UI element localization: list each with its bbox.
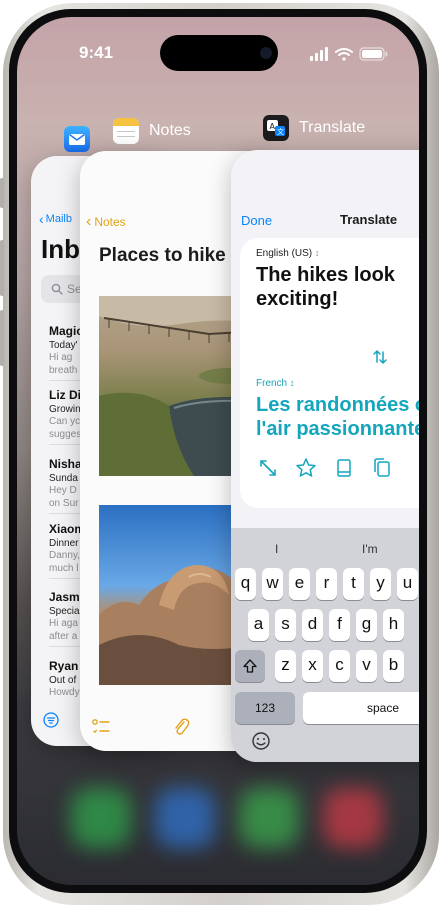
mail-app-label[interactable] <box>64 126 90 152</box>
translate-app-name: Translate <box>299 119 366 136</box>
key-d[interactable]: d <box>302 609 323 641</box>
cellular-signal-icon <box>310 47 328 61</box>
dock-app-icon <box>155 788 215 848</box>
key-v[interactable]: v <box>356 650 377 682</box>
paperclip-icon[interactable] <box>172 717 190 737</box>
battery-icon <box>359 47 388 61</box>
translation-panel: English (US) ↕ The hikes look exciting! … <box>240 238 419 508</box>
key-z[interactable]: z <box>275 650 296 682</box>
numbers-key[interactable]: 123 <box>235 692 295 724</box>
key-r[interactable]: r <box>316 568 337 600</box>
dock-app-icon <box>71 788 131 848</box>
target-language-label: French <box>256 378 288 389</box>
translate-header-title: Translate <box>340 212 398 227</box>
mail-inbox-title: Inb <box>41 234 80 264</box>
notes-app-name: Notes <box>149 122 191 139</box>
key-f[interactable]: f <box>329 609 350 641</box>
target-language-selector[interactable]: French ↕ <box>256 378 294 389</box>
chevron-left-icon: ‹ <box>86 213 92 230</box>
swap-languages-icon[interactable] <box>365 346 395 368</box>
key-x[interactable]: x <box>302 650 323 682</box>
translated-text: Les randonnées on l'air passionnantes <box>256 393 419 441</box>
volume-up-button <box>0 240 4 296</box>
translated-text-line: Les randonnées on <box>256 394 419 416</box>
action-button <box>0 178 4 208</box>
wifi-icon <box>335 48 353 61</box>
key-b[interactable]: b <box>383 650 404 682</box>
mail-app-icon <box>64 126 90 152</box>
key-a[interactable]: a <box>248 609 269 641</box>
checklist-icon[interactable] <box>91 717 111 737</box>
notes-back-label: Notes <box>94 215 126 229</box>
translate-app-icon: A文 <box>263 115 289 141</box>
translated-text-line: l'air passionnantes <box>256 418 419 440</box>
translation-actions <box>256 456 394 480</box>
key-c[interactable]: c <box>329 650 350 682</box>
dock-app-icon <box>323 788 383 848</box>
notes-app-icon <box>113 118 139 144</box>
svg-text:A: A <box>270 122 276 131</box>
chevron-left-icon: ‹ <box>39 211 44 227</box>
translate-app-label[interactable]: A文 Translate <box>263 115 365 141</box>
mailboxes-back-button[interactable]: ‹ Mailb <box>39 211 72 227</box>
key-w[interactable]: w <box>262 568 283 600</box>
status-icons <box>310 47 388 61</box>
shift-icon <box>243 659 257 673</box>
search-icon <box>51 283 63 295</box>
translate-done-button[interactable]: Done <box>241 213 272 228</box>
keyboard-suggestion[interactable]: I <box>275 542 278 556</box>
front-camera <box>260 47 272 59</box>
app-switcher-screen: 9:41 Notes A 文 Translate ‹ Mailb Inb Sea… <box>17 17 419 885</box>
volume-down-button <box>0 310 4 366</box>
filter-icon[interactable] <box>43 712 59 728</box>
star-icon[interactable] <box>294 456 318 480</box>
source-language-selector[interactable]: English (US) ↕ <box>256 248 319 259</box>
dock-app-icon <box>239 788 299 848</box>
key-y[interactable]: y <box>370 568 391 600</box>
key-g[interactable]: g <box>356 609 377 641</box>
key-e[interactable]: e <box>289 568 310 600</box>
key-t[interactable]: t <box>343 568 364 600</box>
keyboard: I I'm q w e r t y u a s d f g h z x c v … <box>231 528 419 762</box>
key-s[interactable]: s <box>275 609 296 641</box>
mail-back-label: Mailb <box>45 213 72 225</box>
status-time: 9:41 <box>79 43 114 62</box>
chevron-up-down-icon: ↕ <box>289 378 295 388</box>
key-u[interactable]: u <box>397 568 418 600</box>
svg-text:文: 文 <box>277 127 284 136</box>
note-title: Places to hike <box>99 245 226 266</box>
notes-back-button[interactable]: ‹ Notes <box>86 213 126 231</box>
dictionary-icon[interactable] <box>332 456 356 480</box>
space-key[interactable]: space <box>303 692 419 724</box>
source-language-label: English (US) <box>256 248 313 259</box>
expand-icon[interactable] <box>256 456 280 480</box>
copy-icon[interactable] <box>370 456 394 480</box>
source-text[interactable]: The hikes look exciting! <box>256 263 419 311</box>
shift-key[interactable] <box>235 650 265 682</box>
dynamic-island <box>160 35 278 71</box>
key-h[interactable]: h <box>383 609 404 641</box>
keyboard-suggestion[interactable]: I'm <box>362 542 378 556</box>
translate-app-card[interactable]: Done Translate English (US) ↕ The hikes … <box>231 150 419 762</box>
emoji-icon[interactable] <box>251 731 271 751</box>
key-q[interactable]: q <box>235 568 256 600</box>
notes-app-label[interactable]: Notes <box>113 118 191 144</box>
chevron-up-down-icon: ↕ <box>314 248 320 258</box>
